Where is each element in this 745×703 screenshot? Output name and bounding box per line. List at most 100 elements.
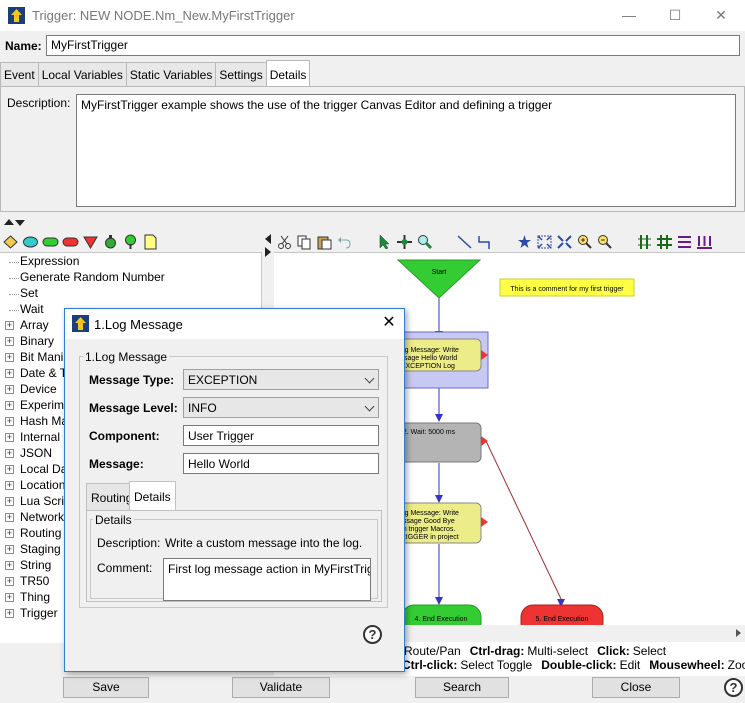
help-hint-segment: Mousewheel:: [649, 658, 725, 672]
expand-plus-icon[interactable]: +: [5, 577, 14, 586]
close-button[interactable]: Close: [592, 677, 680, 698]
start-node[interactable]: [396, 259, 482, 299]
shrink-all-icon[interactable]: [556, 234, 573, 250]
window-title: Trigger: NEW NODE.Nm_New.MyFirstTrigger: [32, 8, 295, 23]
help-hint-segment: Zoom: [727, 658, 745, 672]
expand-plus-icon[interactable]: +: [5, 401, 14, 410]
expand-plus-icon[interactable]: +: [5, 417, 14, 426]
star-select-icon[interactable]: [516, 234, 533, 250]
tab-settings[interactable]: Settings: [215, 62, 267, 86]
tab-event[interactable]: Event: [0, 62, 39, 86]
scroll-right-icon[interactable]: [735, 629, 741, 637]
validate-button[interactable]: Validate: [232, 677, 330, 698]
tab-details[interactable]: Details: [265, 60, 311, 86]
message-input[interactable]: Hello World: [183, 453, 379, 474]
expand-plus-icon[interactable]: +: [5, 433, 14, 442]
expand-plus-icon[interactable]: +: [5, 385, 14, 394]
grid-icon[interactable]: [656, 234, 673, 250]
tree-item-label: Array: [20, 318, 49, 332]
dialog-comment-textarea[interactable]: First log message action in MyFirstTrigg…: [163, 558, 371, 601]
error-port-2[interactable]: [481, 436, 488, 446]
expand-plus-icon[interactable]: +: [5, 609, 14, 618]
red-triangle-shape-icon[interactable]: [82, 234, 99, 250]
collapse-up-icon[interactable]: [4, 219, 14, 225]
help-row-1: Route/Pan Ctrl-drag: Multi-select Click: Sel…: [404, 644, 675, 658]
orthogonal-line-icon[interactable]: [476, 234, 493, 250]
align-horizontal-icon[interactable]: [676, 234, 693, 250]
expand-plus-icon[interactable]: +: [5, 337, 14, 346]
ellipse-shape-icon[interactable]: [22, 234, 39, 250]
search-button[interactable]: Search: [415, 677, 509, 698]
dialog-comment-label: Comment:: [97, 561, 153, 575]
panel-splitter[interactable]: [0, 215, 745, 229]
zoom-icon[interactable]: [416, 234, 433, 250]
expand-plus-icon[interactable]: +: [5, 369, 14, 378]
expand-plus-icon[interactable]: +: [5, 561, 14, 570]
green-pin-shape-icon[interactable]: [122, 234, 139, 250]
distribute-icon[interactable]: [696, 234, 713, 250]
tab-local-variables[interactable]: Local Variables: [37, 62, 127, 86]
collapse-left-icon[interactable]: [264, 234, 272, 244]
tree-item-label: Routing: [20, 526, 62, 540]
details-panel: Description: MyFirstTrigger example show…: [0, 86, 745, 212]
log-message-dialog: 1.Log Message ✕ 1.Log Message Message Ty…: [64, 308, 405, 672]
expand-plus-icon[interactable]: +: [5, 593, 14, 602]
arrow-head-4: [435, 597, 443, 605]
green-pill-shape-icon[interactable]: [42, 234, 59, 250]
note-shape-icon[interactable]: [142, 234, 159, 250]
fit-all-icon[interactable]: [536, 234, 553, 250]
expand-plus-icon[interactable]: +: [5, 449, 14, 458]
pan-icon[interactable]: [396, 234, 413, 250]
undo-icon[interactable]: [336, 234, 353, 250]
expand-plus-icon[interactable]: +: [5, 321, 14, 330]
expand-plus-icon[interactable]: +: [5, 545, 14, 554]
app-logo-icon: [8, 7, 25, 24]
paste-icon[interactable]: [316, 234, 333, 250]
tree-item-label: String: [20, 558, 52, 572]
minimize-button[interactable]: —: [606, 0, 652, 31]
window-close-button[interactable]: ✕: [698, 0, 744, 31]
green-ring-shape-icon[interactable]: [102, 234, 119, 250]
help-icon[interactable]: ?: [724, 678, 743, 697]
message-level-select[interactable]: INFO: [183, 397, 379, 418]
red-pill-shape-icon[interactable]: [62, 234, 79, 250]
line-tool-icon[interactable]: [456, 234, 473, 250]
expand-plus-icon[interactable]: +: [5, 353, 14, 362]
dialog-close-button[interactable]: ✕: [379, 313, 399, 333]
tree-item-label: Expression: [20, 254, 80, 268]
dialog-tab-details[interactable]: Details: [129, 481, 176, 510]
connector-2-5-error[interactable]: [485, 440, 563, 602]
dialog-help-icon[interactable]: ?: [363, 625, 382, 644]
tree-item-label: Date & T: [20, 366, 68, 380]
component-input[interactable]: User Trigger: [183, 425, 379, 446]
help-hint-segment: Double-click:: [541, 658, 617, 672]
name-input[interactable]: MyFirstTrigger: [46, 35, 740, 56]
tree-item-label: Thing: [20, 590, 51, 604]
select-pointer-icon[interactable]: [376, 234, 393, 250]
expand-plus-icon[interactable]: +: [5, 481, 14, 490]
start-label: Start: [432, 269, 447, 276]
expand-right-icon[interactable]: [264, 247, 272, 257]
expand-plus-icon[interactable]: +: [5, 513, 14, 522]
expand-down-icon[interactable]: [15, 220, 25, 226]
tab-static-variables[interactable]: Static Variables: [125, 62, 217, 86]
align-vertical-icon[interactable]: [636, 234, 653, 250]
error-port-3[interactable]: [481, 517, 488, 527]
copy-icon[interactable]: [296, 234, 313, 250]
save-button[interactable]: Save: [63, 677, 149, 698]
zoom-in-icon[interactable]: [576, 234, 593, 250]
expand-plus-icon[interactable]: +: [5, 465, 14, 474]
cut-icon[interactable]: [276, 234, 293, 250]
tree-item-label: Device: [20, 382, 57, 396]
message-type-select[interactable]: EXCEPTION: [183, 369, 379, 390]
decision-shape-icon[interactable]: [2, 234, 19, 250]
expand-plus-icon[interactable]: +: [5, 529, 14, 538]
dialog-description-value: Write a custom message into the log.: [165, 536, 363, 550]
maximize-button[interactable]: ☐: [652, 0, 698, 31]
zoom-out-icon[interactable]: [596, 234, 613, 250]
tree-item-label: Set: [20, 286, 39, 300]
expand-plus-icon[interactable]: +: [5, 497, 14, 506]
arrow-head-3: [435, 495, 443, 503]
description-textarea[interactable]: MyFirstTrigger example shows the use of …: [76, 94, 736, 207]
message-type-value: EXCEPTION: [188, 373, 258, 387]
